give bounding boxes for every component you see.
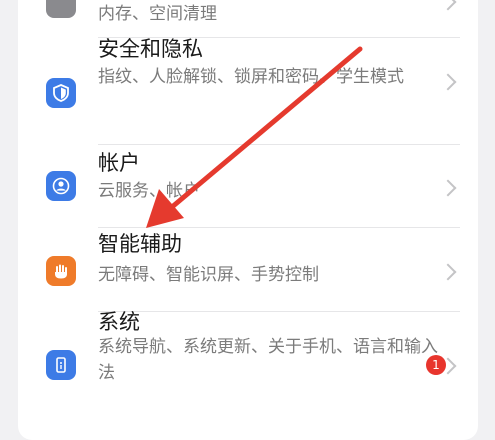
storage-icon: [46, 0, 76, 18]
settings-item-storage[interactable]: 内存、空间清理: [18, 0, 478, 36]
phone-icon: [46, 350, 76, 380]
hand-icon: [46, 256, 76, 286]
security-title: 安全和隐私: [98, 37, 203, 61]
chevron-right-icon: [439, 73, 457, 91]
settings-item-accessibility[interactable]: 智能辅助 无障碍、智能识屏、手势控制: [18, 228, 478, 310]
storage-subtitle: 内存、空间清理: [98, 4, 217, 24]
accounts-title: 帐户: [98, 151, 140, 175]
settings-item-security[interactable]: 安全和隐私 指纹、人脸解锁、锁屏和密码、学生模式: [18, 37, 478, 142]
user-icon: [46, 171, 76, 201]
chevron-right-icon: [439, 0, 457, 11]
system-subtitle: 系统导航、系统更新、关于手机、语言和输入法: [98, 337, 438, 383]
accessibility-subtitle: 无障碍、智能识屏、手势控制: [98, 265, 319, 285]
shield-icon: [46, 78, 76, 108]
accounts-subtitle: 云服务、帐户: [98, 181, 200, 201]
accessibility-title: 智能辅助: [98, 232, 182, 256]
settings-item-system[interactable]: 系统 系统导航、系统更新、关于手机、语言和输入法 1: [18, 310, 478, 422]
chevron-right-icon: [439, 179, 457, 197]
settings-item-accounts[interactable]: 帐户 云服务、帐户: [18, 145, 478, 227]
settings-card: 内存、空间清理 安全和隐私 指纹、人脸解锁、锁屏和密码、学生模式 帐户 云服务、…: [18, 0, 478, 440]
system-title: 系统: [98, 310, 140, 334]
chevron-right-icon: [439, 263, 457, 281]
security-subtitle: 指纹、人脸解锁、锁屏和密码、学生模式: [98, 67, 404, 87]
